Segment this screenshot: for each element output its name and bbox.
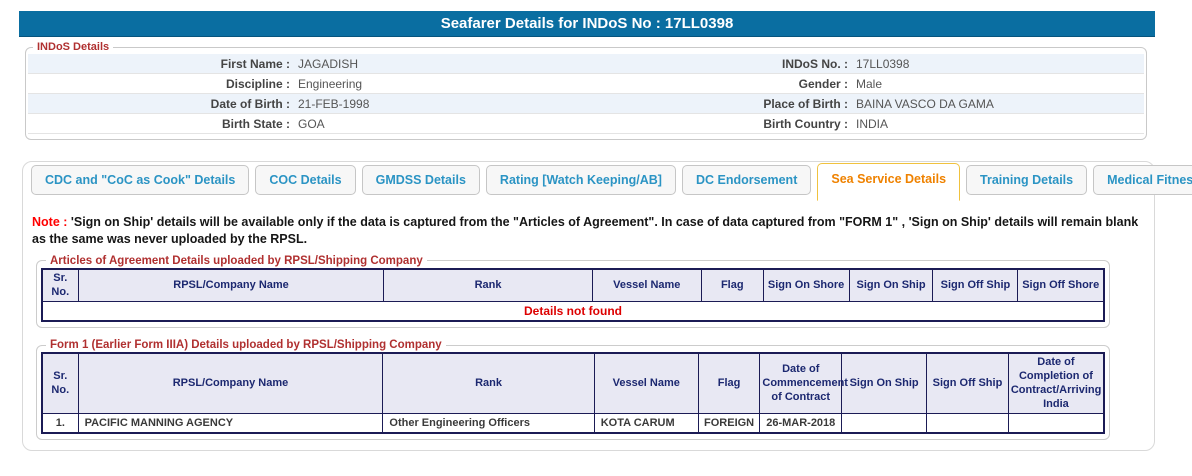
gender-value: Male [856,77,883,91]
tab-gmdss-details[interactable]: GMDSS Details [361,165,480,195]
place-of-birth-label: Place of Birth : [763,97,848,111]
tab-dc-endorsement[interactable]: DC Endorsement [681,165,812,195]
indos-no-value: 17LL0398 [856,57,910,71]
col-rpsl-company-name: RPSL/Company Name [77,268,385,303]
page-title: Seafarer Details for INDoS No : 17LL0398 [19,11,1155,37]
col-vessel-name: Vessel Name [593,352,699,415]
articles-of-agreement-section: Articles of Agreement Details uploaded b… [36,254,1110,329]
place-of-birth-value: BAINA VASCO DA GAMA [856,97,994,111]
note-prefix: Note : [32,215,71,229]
tab-bar: CDC and "CoC as Cook" Details COC Detail… [23,162,1192,201]
col-flag: Flag [697,352,761,415]
birth-country-value: INDIA [856,117,889,131]
col-rpsl-company-name: RPSL/Company Name [77,352,384,415]
form1-table: Sr. No. RPSL/Company Name Rank Vessel Na… [41,352,1105,435]
table-row: 1. PACIFIC MANNING AGENCY Other Engineer… [41,413,1105,434]
col-sign-on-ship: Sign On Ship [841,352,928,415]
form1-table-header-row: Sr. No. RPSL/Company Name Rank Vessel Na… [41,352,1105,415]
birth-country-label: Birth Country : [763,117,848,131]
cell-date-of-commencement: 26-MAR-2018 [759,413,843,434]
tab-medical-fitness-certificate[interactable]: Medical Fitness Certificate [1093,165,1192,195]
articles-table-header-row: Sr. No. RPSL/Company Name Rank Vessel Na… [41,268,1105,303]
form1-section: Form 1 (Earlier Form IIIA) Details uploa… [36,339,1110,441]
indos-details-legend: INDoS Details [37,41,110,53]
col-rank: Rank [382,352,595,415]
discipline-label: Discipline : [225,77,290,91]
col-sign-off-ship: Sign Off Ship [932,268,1019,303]
discipline-value: Engineering [298,77,363,91]
col-vessel-name: Vessel Name [591,268,702,303]
col-sign-on-ship: Sign On Ship [848,268,934,303]
birth-state-value: GOA [298,117,325,131]
col-sr-no: Sr. No. [41,268,79,303]
col-rank: Rank [383,268,593,303]
cell-vessel-name: KOTA CARUM [593,413,699,434]
col-date-of-commencement: Date of Commencement of Contract [759,352,848,415]
detail-row-birth: Date of Birth : 21-FEB-1998 Place of Birt… [28,94,1144,114]
first-name-value: JAGADISH [298,57,359,71]
cell-rpsl-company-name: PACIFIC MANNING AGENCY [77,413,384,434]
cell-sign-off-ship [926,413,1009,434]
cell-sign-on-ship [841,413,928,434]
detail-row-discipline: Discipline : Engineering Gender : Male [28,74,1144,94]
indos-no-label: INDoS No. : [782,57,848,71]
note-text: 'Sign on Ship' details will be available… [32,215,1139,246]
form1-legend: Form 1 (Earlier Form IIIA) Details uploa… [50,339,442,352]
articles-of-agreement-table: Sr. No. RPSL/Company Name Rank Vessel Na… [41,267,1105,323]
cell-sr-no: 1. [41,413,79,434]
detail-row-state: Birth State : GOA Birth Country : INDIA [28,114,1144,134]
tab-sea-service-details[interactable]: Sea Service Details [817,163,961,201]
tab-training-details[interactable]: Training Details [966,165,1088,195]
cell-date-of-completion [1007,413,1105,434]
col-sign-off-ship: Sign Off Ship [926,352,1009,415]
tab-coc-details[interactable]: COC Details [255,165,356,195]
col-date-of-completion: Date of Completion of Contract/Arriving … [1007,352,1105,415]
birth-state-label: Birth State : [221,117,290,131]
first-name-label: First Name : [220,57,290,71]
dob-label: Date of Birth : [210,97,290,111]
detail-row-name: First Name : JAGADISH INDoS No. : 17LL0398 [28,54,1144,74]
sign-on-ship-note: Note : 'Sign on Ship' details will be av… [32,214,1140,248]
empty-result-row: Details not found [41,301,1105,322]
col-sr-no: Sr. No. [41,352,79,415]
col-flag: Flag [700,268,764,303]
tab-cdc-coc-as-cook-details[interactable]: CDC and "CoC as Cook" Details [31,165,250,195]
col-sign-on-shore: Sign On Shore [762,268,850,303]
tab-rating-watch-keeping-ab[interactable]: Rating [Watch Keeping/AB] [485,165,676,195]
seafarer-tabs-panel: CDC and "CoC as Cook" Details COC Detail… [22,161,1192,451]
dob-value: 21-FEB-1998 [298,97,370,111]
details-not-found-message: Details not found [41,301,1105,322]
gender-label: Gender : [798,77,848,91]
indos-details-section: INDoS Details First Name : JAGADISH INDoS… [25,41,1147,140]
cell-flag: FOREIGN [697,413,761,434]
col-sign-off-shore: Sign Off Shore [1017,268,1105,303]
cell-rank: Other Engineering Officers [382,413,595,434]
articles-of-agreement-legend: Articles of Agreement Details uploaded b… [50,254,423,267]
